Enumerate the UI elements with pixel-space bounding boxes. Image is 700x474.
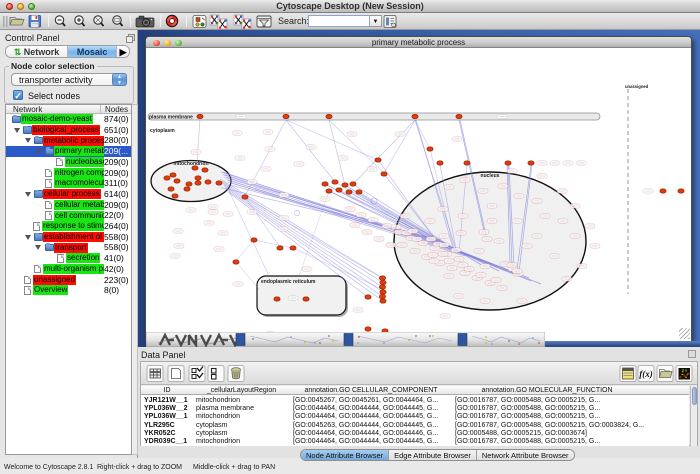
svg-text:plasma membrane: plasma membrane [149,115,193,121]
svg-text:nucleus: nucleus [481,173,500,179]
svg-text:cytoplasm: cytoplasm [150,128,175,134]
svg-text:endoplasmic reticulum: endoplasmic reticulum [261,279,316,285]
svg-text:mitochondrion: mitochondrion [174,161,209,167]
svg-text:unassigned: unassigned [625,84,649,89]
svg-text:f(x): f(x) [639,369,653,379]
